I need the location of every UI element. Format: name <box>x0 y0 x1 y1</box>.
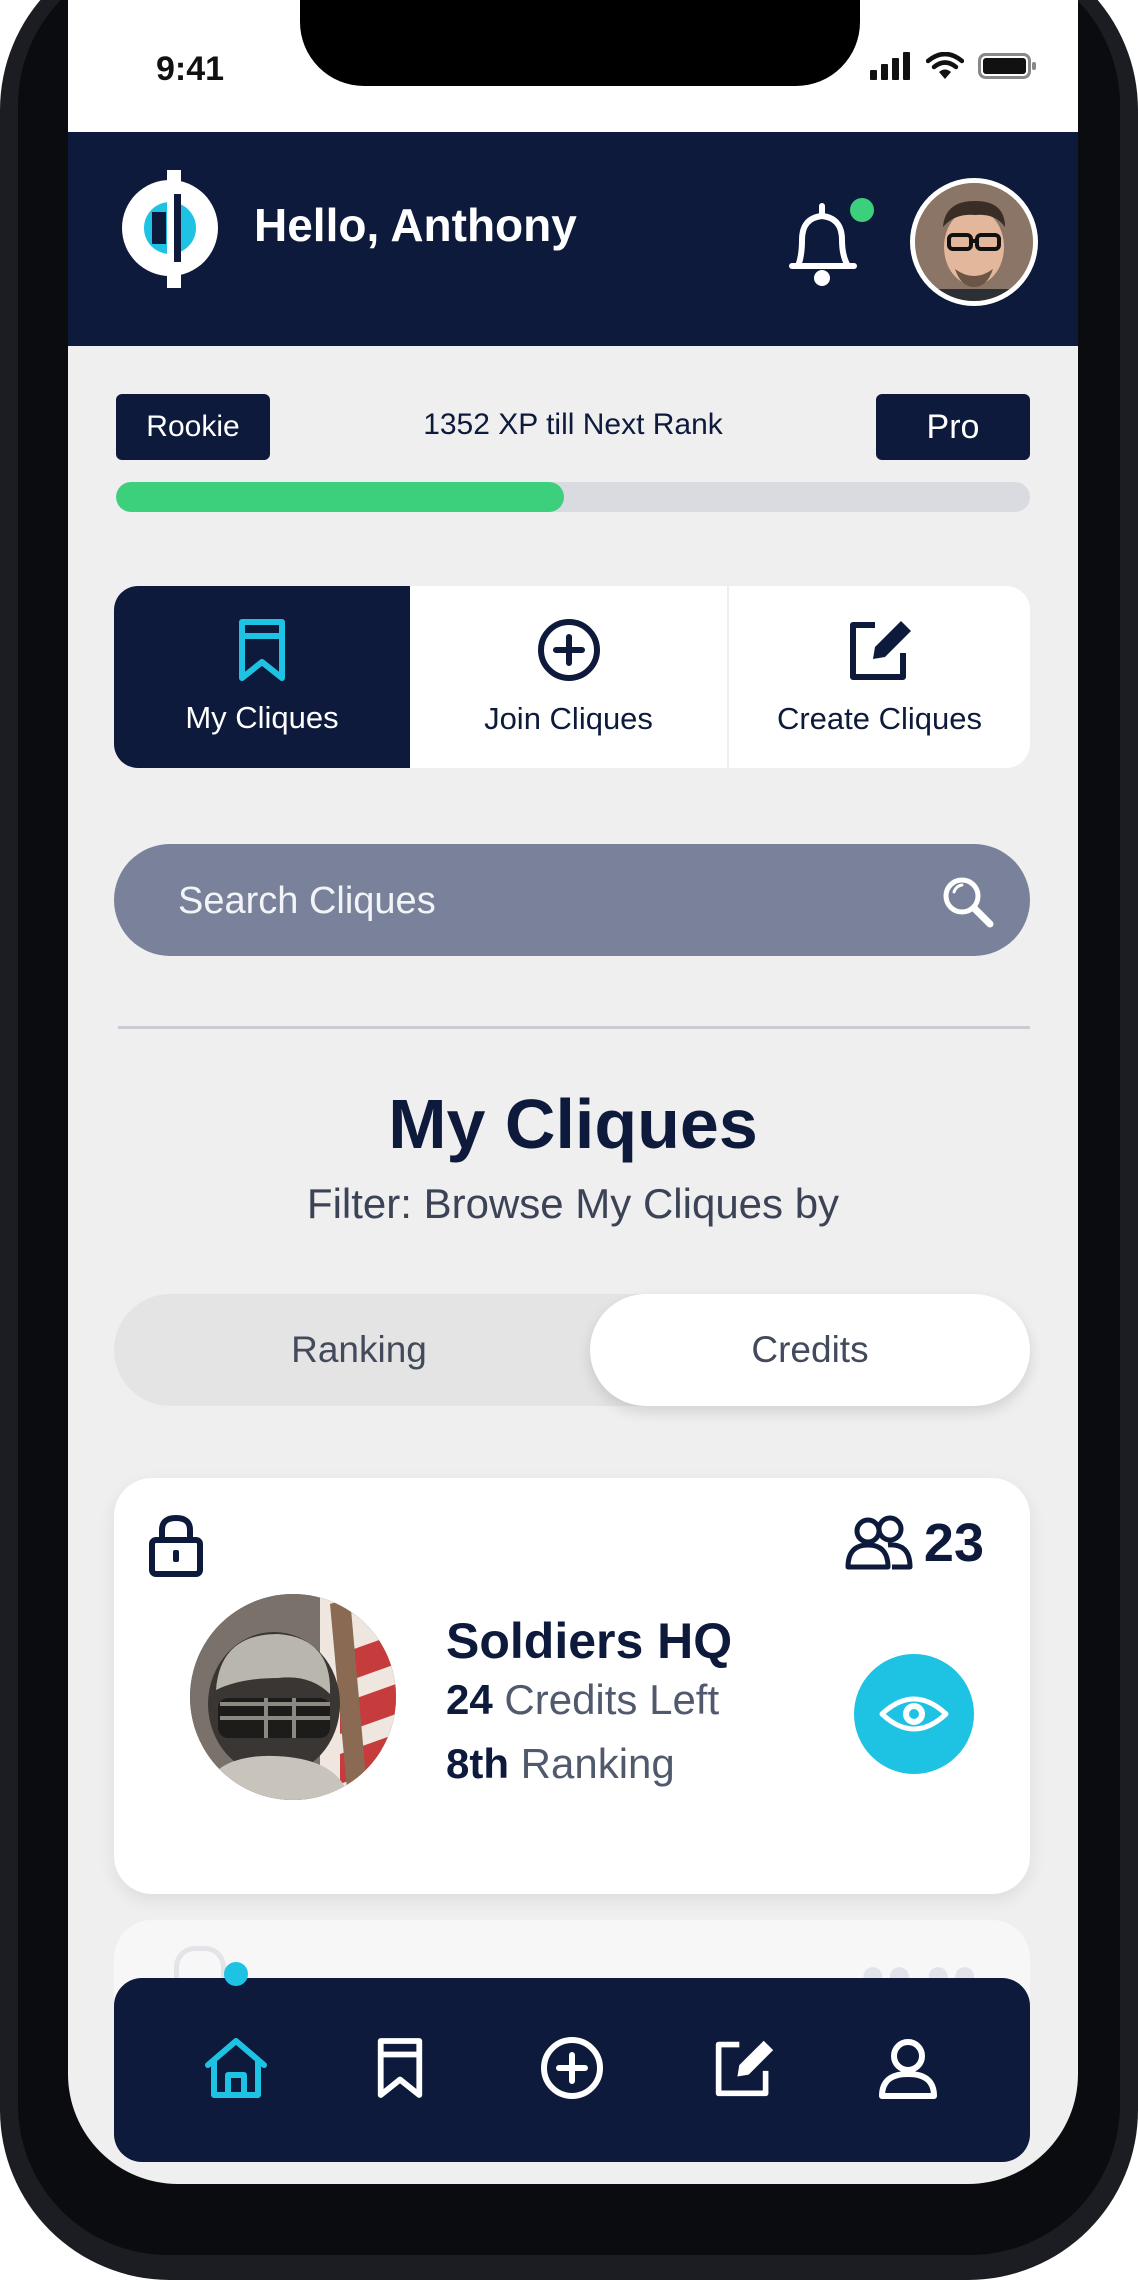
signal-icon <box>870 52 910 80</box>
clique-name: Soldiers HQ <box>446 1613 733 1669</box>
bottom-navigation <box>114 1962 1030 2162</box>
notch <box>300 0 860 86</box>
credits-label: Credits Left <box>492 1676 720 1723</box>
app-logo <box>122 170 218 288</box>
clique-image <box>190 1594 396 1800</box>
app-header: Hello, Anthony <box>68 132 1078 346</box>
ranking-label: Ranking <box>509 1740 675 1787</box>
nav-profile[interactable] <box>868 2028 948 2108</box>
view-clique-button[interactable] <box>854 1654 974 1774</box>
wifi-icon <box>926 52 964 79</box>
battery-icon <box>978 53 1036 79</box>
page-title: My Cliques <box>388 1085 758 1163</box>
rank-row: Rookie 1352 XP till Next Rank Pro <box>116 394 1030 460</box>
search-input[interactable] <box>176 874 880 928</box>
bookmark-icon <box>377 2038 423 2098</box>
search-icon[interactable] <box>940 874 996 930</box>
lock-icon <box>149 1514 203 1577</box>
nav-create-cliques[interactable] <box>704 2028 784 2108</box>
status-bar: 9:41 <box>68 0 1078 132</box>
lock-icon <box>174 1946 226 1981</box>
phone-side-button <box>0 216 12 292</box>
status-icons <box>870 52 1038 80</box>
tab-create-cliques[interactable]: Create Cliques <box>729 586 1030 768</box>
clique-ranking: 8th Ranking <box>446 1740 675 1788</box>
member-count-value: 23 <box>923 1513 984 1573</box>
notification-dot <box>850 198 874 222</box>
tab-label: Create Cliques <box>776 701 983 736</box>
clique-credits: 24 Credits Left <box>446 1676 719 1724</box>
phone-side-button <box>0 408 12 536</box>
eye-icon <box>879 1696 949 1732</box>
users-icon <box>845 1515 913 1570</box>
active-nav-indicator <box>224 1962 248 1986</box>
tab-my-cliques[interactable]: My Cliques <box>114 586 410 768</box>
xp-progress-bar <box>116 482 1030 512</box>
filter-subtitle: Filter: Browse My Cliques by <box>306 1180 840 1227</box>
bookmark-icon <box>239 619 285 681</box>
nav-home[interactable] <box>196 2028 276 2108</box>
next-rank-badge: Pro <box>876 394 1030 460</box>
avatar[interactable] <box>910 178 1038 306</box>
section-divider <box>118 1026 1030 1029</box>
nav-my-cliques[interactable] <box>360 2028 440 2108</box>
member-count: 23 <box>844 1512 984 1574</box>
edit-square-icon <box>715 2040 774 2097</box>
clique-card[interactable]: 23 Soldiers HQ 24 Credits Left 8th Ranki… <box>114 1478 1030 1894</box>
credits-value: 24 <box>446 1676 493 1723</box>
ranking-value: 8th <box>446 1740 509 1787</box>
plus-circle-icon <box>537 619 600 681</box>
tab-join-cliques[interactable]: Join Cliques <box>410 586 727 768</box>
home-icon <box>205 2038 267 2098</box>
plus-circle-icon <box>541 2037 603 2099</box>
avatar-image <box>915 183 1033 301</box>
filter-toggle: Ranking Credits <box>114 1294 1030 1406</box>
tab-label: My Cliques <box>185 700 339 735</box>
clique-avatar <box>190 1594 396 1800</box>
clique-tabs: My Cliques Join Cliques Create Cliques <box>114 586 1030 768</box>
phone-side-button <box>1126 356 1138 626</box>
edit-square-icon <box>849 621 911 680</box>
app-screen: 9:41 Hello, Anthony Rookie 1352 XP till … <box>68 0 1078 2184</box>
xp-progress-fill <box>116 482 564 512</box>
nav-join-cliques[interactable] <box>532 2028 612 2108</box>
tab-label: Join Cliques <box>484 701 653 736</box>
user-icon <box>879 2039 937 2099</box>
filter-option-credits[interactable]: Credits <box>590 1294 1030 1406</box>
greeting-text: Hello, Anthony <box>254 199 577 251</box>
status-time: 9:41 <box>156 50 225 88</box>
phone-side-button <box>0 548 12 676</box>
search-bar <box>114 844 1030 956</box>
filter-option-ranking[interactable]: Ranking <box>114 1294 604 1406</box>
